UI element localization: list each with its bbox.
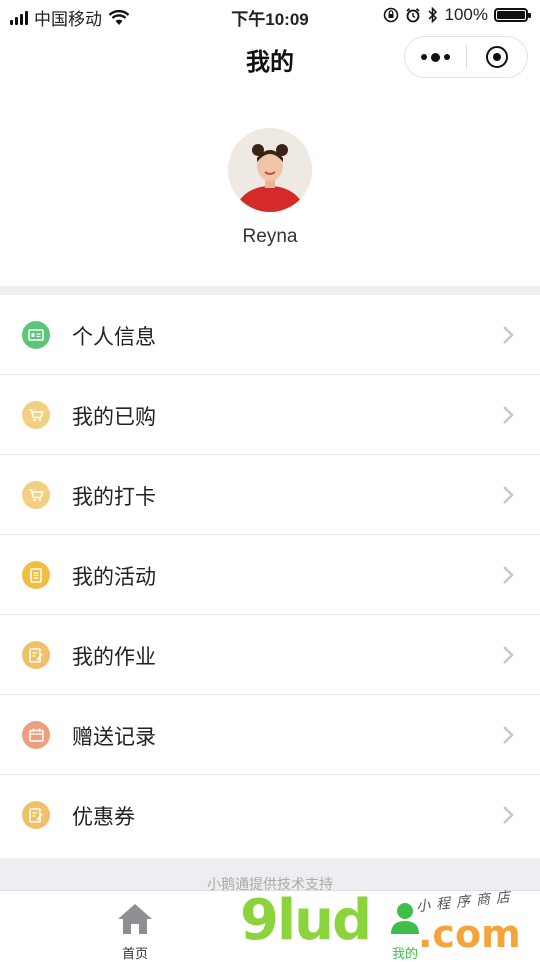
chevron-right-icon — [503, 566, 514, 584]
cart-icon — [22, 401, 50, 429]
bluetooth-icon — [427, 7, 437, 23]
navigation-bar: 我的 — [0, 30, 540, 88]
menu-list: 个人信息 我的已购 我的打卡 我的活动 我的作业 赠送记录 优惠券 — [0, 295, 540, 855]
chevron-right-icon — [503, 806, 514, 824]
tab-home[interactable]: 首页 — [75, 891, 195, 961]
menu-item-personal-info[interactable]: 个人信息 — [0, 295, 540, 375]
chevron-right-icon — [503, 486, 514, 504]
footer-area: 小鹅通提供技术支持 — [0, 858, 540, 892]
section-gap — [0, 286, 540, 295]
alarm-icon — [405, 8, 420, 23]
menu-item-label: 赠送记录 — [72, 726, 156, 749]
tab-bar: 首页 我的 — [0, 890, 540, 961]
avatar-image — [228, 128, 312, 212]
menu-item-homework[interactable]: 我的作业 — [0, 615, 540, 695]
document-icon — [22, 561, 50, 589]
target-close-icon — [485, 46, 508, 68]
status-bar: 中国移动 下午10:09 100% — [0, 0, 540, 30]
menu-item-label: 我的已购 — [72, 406, 156, 429]
notepad-icon — [22, 641, 50, 669]
calendar-icon — [22, 721, 50, 749]
tab-home-label: 首页 — [121, 946, 148, 961]
menu-item-gift-records[interactable]: 赠送记录 — [0, 695, 540, 775]
notepad-icon — [22, 801, 50, 829]
tab-mine[interactable]: 我的 — [345, 891, 465, 961]
tab-mine-label: 我的 — [391, 946, 418, 961]
home-icon — [118, 904, 152, 934]
more-button[interactable] — [405, 37, 466, 77]
chevron-right-icon — [503, 646, 514, 664]
more-dots-icon — [420, 54, 427, 60]
cart-icon — [22, 481, 50, 509]
person-icon — [391, 903, 419, 934]
chevron-right-icon — [503, 406, 514, 424]
status-right: 100% — [383, 5, 531, 25]
chevron-right-icon — [503, 726, 514, 744]
close-button[interactable] — [467, 37, 528, 77]
menu-item-label: 我的活动 — [72, 566, 156, 589]
profile-section: Reyna — [0, 88, 540, 286]
menu-item-activities[interactable]: 我的活动 — [0, 535, 540, 615]
menu-item-label: 我的作业 — [72, 646, 156, 669]
menu-item-coupons[interactable]: 优惠券 — [0, 775, 540, 855]
menu-item-check-in[interactable]: 我的打卡 — [0, 455, 540, 535]
battery-icon — [494, 8, 531, 22]
battery-percent: 100% — [444, 5, 488, 24]
menu-item-label: 优惠券 — [72, 806, 135, 829]
menu-item-label: 个人信息 — [72, 326, 156, 349]
rotation-lock-icon — [383, 7, 398, 23]
id-card-icon — [22, 321, 50, 349]
menu-item-purchased[interactable]: 我的已购 — [0, 375, 540, 455]
mini-program-capsule — [404, 36, 528, 78]
menu-item-label: 我的打卡 — [72, 486, 156, 509]
avatar[interactable] — [228, 128, 312, 212]
username: Reyna — [242, 226, 298, 247]
chevron-right-icon — [503, 326, 514, 344]
